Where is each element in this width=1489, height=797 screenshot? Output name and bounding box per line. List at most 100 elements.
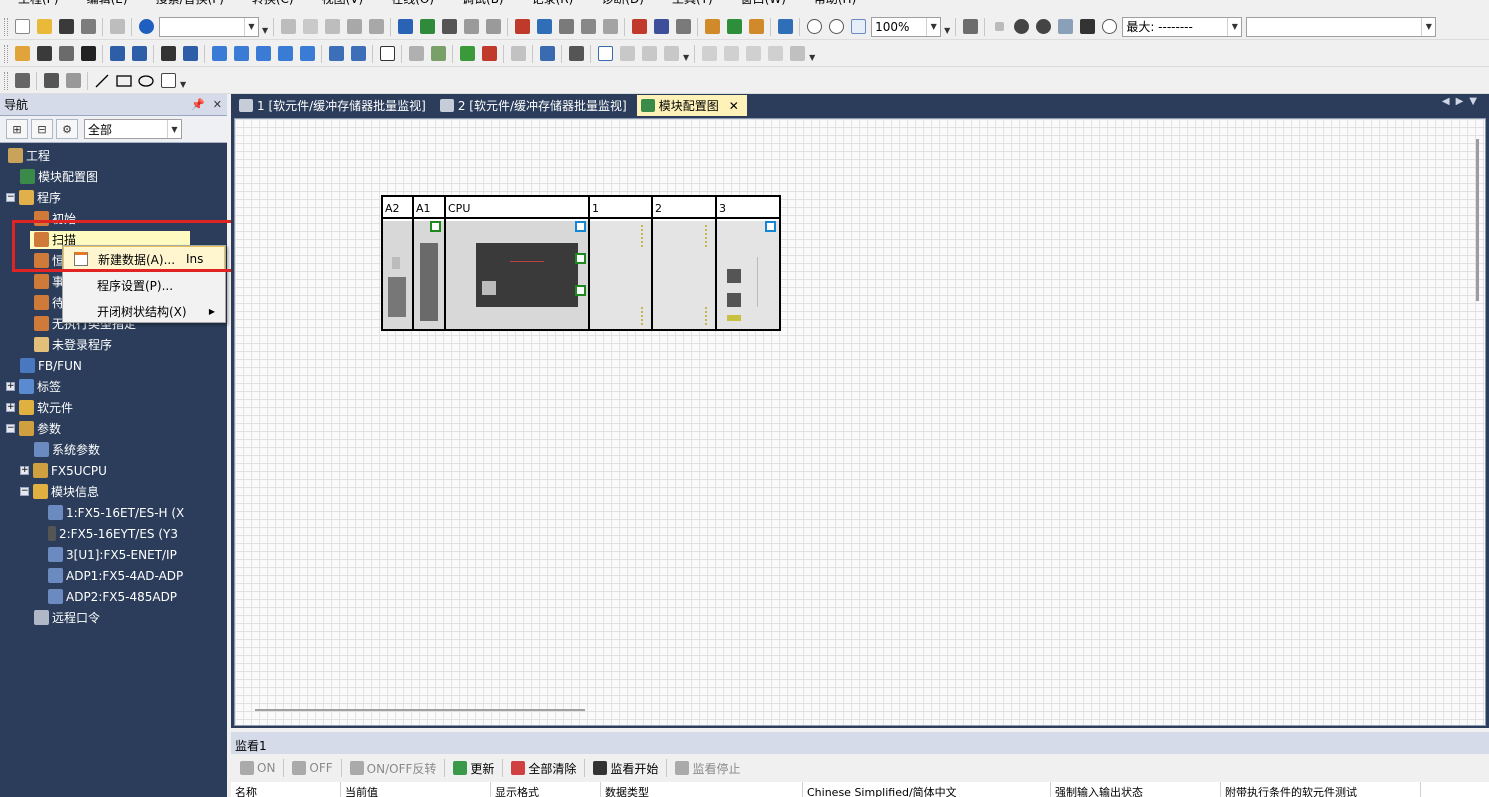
new-file-icon[interactable] <box>12 17 32 37</box>
tab-scroll-arrows[interactable]: ◀▶▼ <box>1442 96 1483 107</box>
transfer-icon[interactable] <box>512 17 532 37</box>
tree-item-project[interactable]: 工程 <box>8 145 50 166</box>
column-forced-io[interactable]: 强制输入输出状态 <box>1051 782 1221 797</box>
tree-item-module-2[interactable]: 2:FX5-16EYT/ES (Y3 <box>48 523 178 544</box>
stop-icon[interactable] <box>989 17 1009 37</box>
menu-help[interactable]: 帮助(H) <box>796 0 866 8</box>
slot-1[interactable]: 1 <box>590 197 653 329</box>
toolbar-overflow-icon[interactable]: ▼ <box>180 80 186 89</box>
expand-icon[interactable]: + <box>6 403 15 412</box>
horizontal-scrollbar[interactable] <box>255 709 585 711</box>
check-icon[interactable] <box>1011 17 1031 37</box>
watch-off-button[interactable]: OFF <box>287 757 337 779</box>
tree-item-module-config[interactable]: 模块配置图 <box>20 166 98 187</box>
ellipse-icon[interactable] <box>136 71 156 91</box>
window-icon[interactable] <box>960 17 980 37</box>
dev-batch-icon[interactable] <box>673 17 693 37</box>
cut-icon[interactable] <box>278 17 298 37</box>
cross-ref-icon[interactable] <box>600 17 620 37</box>
find-device-icon[interactable] <box>578 17 598 37</box>
print-preview-icon[interactable] <box>12 71 32 91</box>
tree-view-icon[interactable]: ⊞ <box>6 119 28 139</box>
panel3-icon[interactable] <box>743 44 763 64</box>
undo-icon[interactable] <box>344 17 364 37</box>
extra-combo[interactable]: ▼ <box>1246 16 1437 37</box>
tree-item-program[interactable]: − 程序 <box>6 187 61 208</box>
document-icon[interactable] <box>377 44 397 64</box>
slot-cpu[interactable]: CPU <box>446 197 590 329</box>
menu-diagnostics[interactable]: 诊断(D) <box>583 0 654 8</box>
pin-icon[interactable]: 📌 <box>191 98 205 111</box>
tree-item-fb-fun[interactable]: FB/FUN <box>20 355 82 376</box>
toolbar-overflow-icon[interactable]: ▼ <box>944 26 950 35</box>
tree-item-module-3[interactable]: 3[U1]:FX5-ENET/IP <box>48 544 177 565</box>
tab-monitor-1[interactable]: 1 [软元件/缓冲存储器批量监视] <box>235 95 434 116</box>
menu-view[interactable]: 视图(V) <box>304 0 374 8</box>
read-icon[interactable] <box>461 17 481 37</box>
st-icon[interactable] <box>56 44 76 64</box>
tree-item-labels[interactable]: + 标签 <box>6 376 61 397</box>
panel4-icon[interactable] <box>765 44 785 64</box>
slot-3[interactable]: 3 <box>717 197 779 329</box>
watch-start-button[interactable]: 监看开始 <box>588 757 663 779</box>
zoom-in-icon[interactable] <box>804 17 824 37</box>
tree-item-adp1[interactable]: ADP1:FX5-4AD-ADP <box>48 565 183 586</box>
module-add-icon[interactable] <box>41 71 61 91</box>
toolbar-overflow-icon[interactable]: ▼ <box>683 53 689 62</box>
gear-icon[interactable]: ⚙ <box>56 119 78 139</box>
module-grid-icon[interactable] <box>63 71 83 91</box>
tree-item-remote-password[interactable]: 远程口令 <box>34 607 100 628</box>
zoom-out-icon[interactable] <box>826 17 846 37</box>
grid-icon[interactable] <box>297 44 317 64</box>
check-edit-icon[interactable] <box>457 44 477 64</box>
watch-icon[interactable] <box>180 44 200 64</box>
column-display-format[interactable]: 显示格式 <box>491 782 601 797</box>
menu-online[interactable]: 在线(O) <box>373 0 444 8</box>
redo-icon[interactable] <box>366 17 386 37</box>
chevron-down-icon[interactable]: ▼ <box>244 17 258 36</box>
tree-collapse-icon[interactable]: ⊟ <box>31 119 53 139</box>
collapse-icon[interactable]: − <box>20 487 29 496</box>
dev-verify-icon[interactable] <box>253 44 273 64</box>
sfc-icon[interactable] <box>34 44 54 64</box>
dev-write-icon[interactable] <box>231 44 251 64</box>
column-name[interactable]: 名称 <box>231 782 341 797</box>
expand-icon[interactable]: + <box>6 382 15 391</box>
text-box-icon[interactable] <box>158 71 178 91</box>
menu-convert[interactable]: 转换(C) <box>234 0 304 8</box>
dev-read-icon[interactable] <box>209 44 229 64</box>
menu-project[interactable]: 工程(P) <box>0 0 69 8</box>
menu-window[interactable]: 窗口(W) <box>723 0 796 8</box>
search-combo[interactable]: ▼ <box>159 16 259 37</box>
line-icon[interactable] <box>92 71 112 91</box>
filter-combo[interactable]: 全部 ▼ <box>84 119 182 139</box>
tab-monitor-2[interactable]: 2 [软元件/缓冲存储器批量监视] <box>436 95 635 116</box>
dev-monitor-icon[interactable] <box>629 17 649 37</box>
module-diag-icon[interactable] <box>348 44 368 64</box>
toolbar-grip[interactable] <box>4 17 8 36</box>
tab-module-config[interactable]: 模块配置图 ✕ <box>636 95 747 116</box>
column-current-value[interactable]: 当前值 <box>341 782 491 797</box>
panel-icon[interactable] <box>699 44 719 64</box>
network-set-icon[interactable] <box>428 44 448 64</box>
column-comment[interactable]: Chinese Simplified/简体中文 <box>803 782 1051 797</box>
bar-icon[interactable] <box>1055 17 1075 37</box>
collapse-icon[interactable]: − <box>6 424 15 433</box>
menu-debug[interactable]: 调试(B) <box>444 0 514 8</box>
chevron-down-icon[interactable]: ▼ <box>926 17 940 36</box>
toolbar-grip[interactable] <box>4 71 8 90</box>
write-icon[interactable] <box>439 17 459 37</box>
fit-width-icon[interactable] <box>848 17 868 37</box>
chevron-down-icon[interactable]: ▼ <box>1421 17 1435 36</box>
module-rack[interactable]: A2 A1 CPU 1 2 3 <box>381 195 781 331</box>
rectangle-icon[interactable] <box>114 71 134 91</box>
slot-a2[interactable]: A2 <box>383 197 414 329</box>
module-config-canvas[interactable]: A2 A1 CPU 1 2 3 <box>234 118 1486 726</box>
brush-icon[interactable] <box>508 44 528 64</box>
watch-toggle-button[interactable]: ON/OFF反转 <box>345 757 442 779</box>
help-icon[interactable] <box>136 17 156 37</box>
context-menu-program-settings[interactable]: 程序设置(P)... <box>63 272 225 298</box>
layout-icon[interactable] <box>617 44 637 64</box>
collapse-icon[interactable]: − <box>6 193 15 202</box>
layout3-icon[interactable] <box>661 44 681 64</box>
